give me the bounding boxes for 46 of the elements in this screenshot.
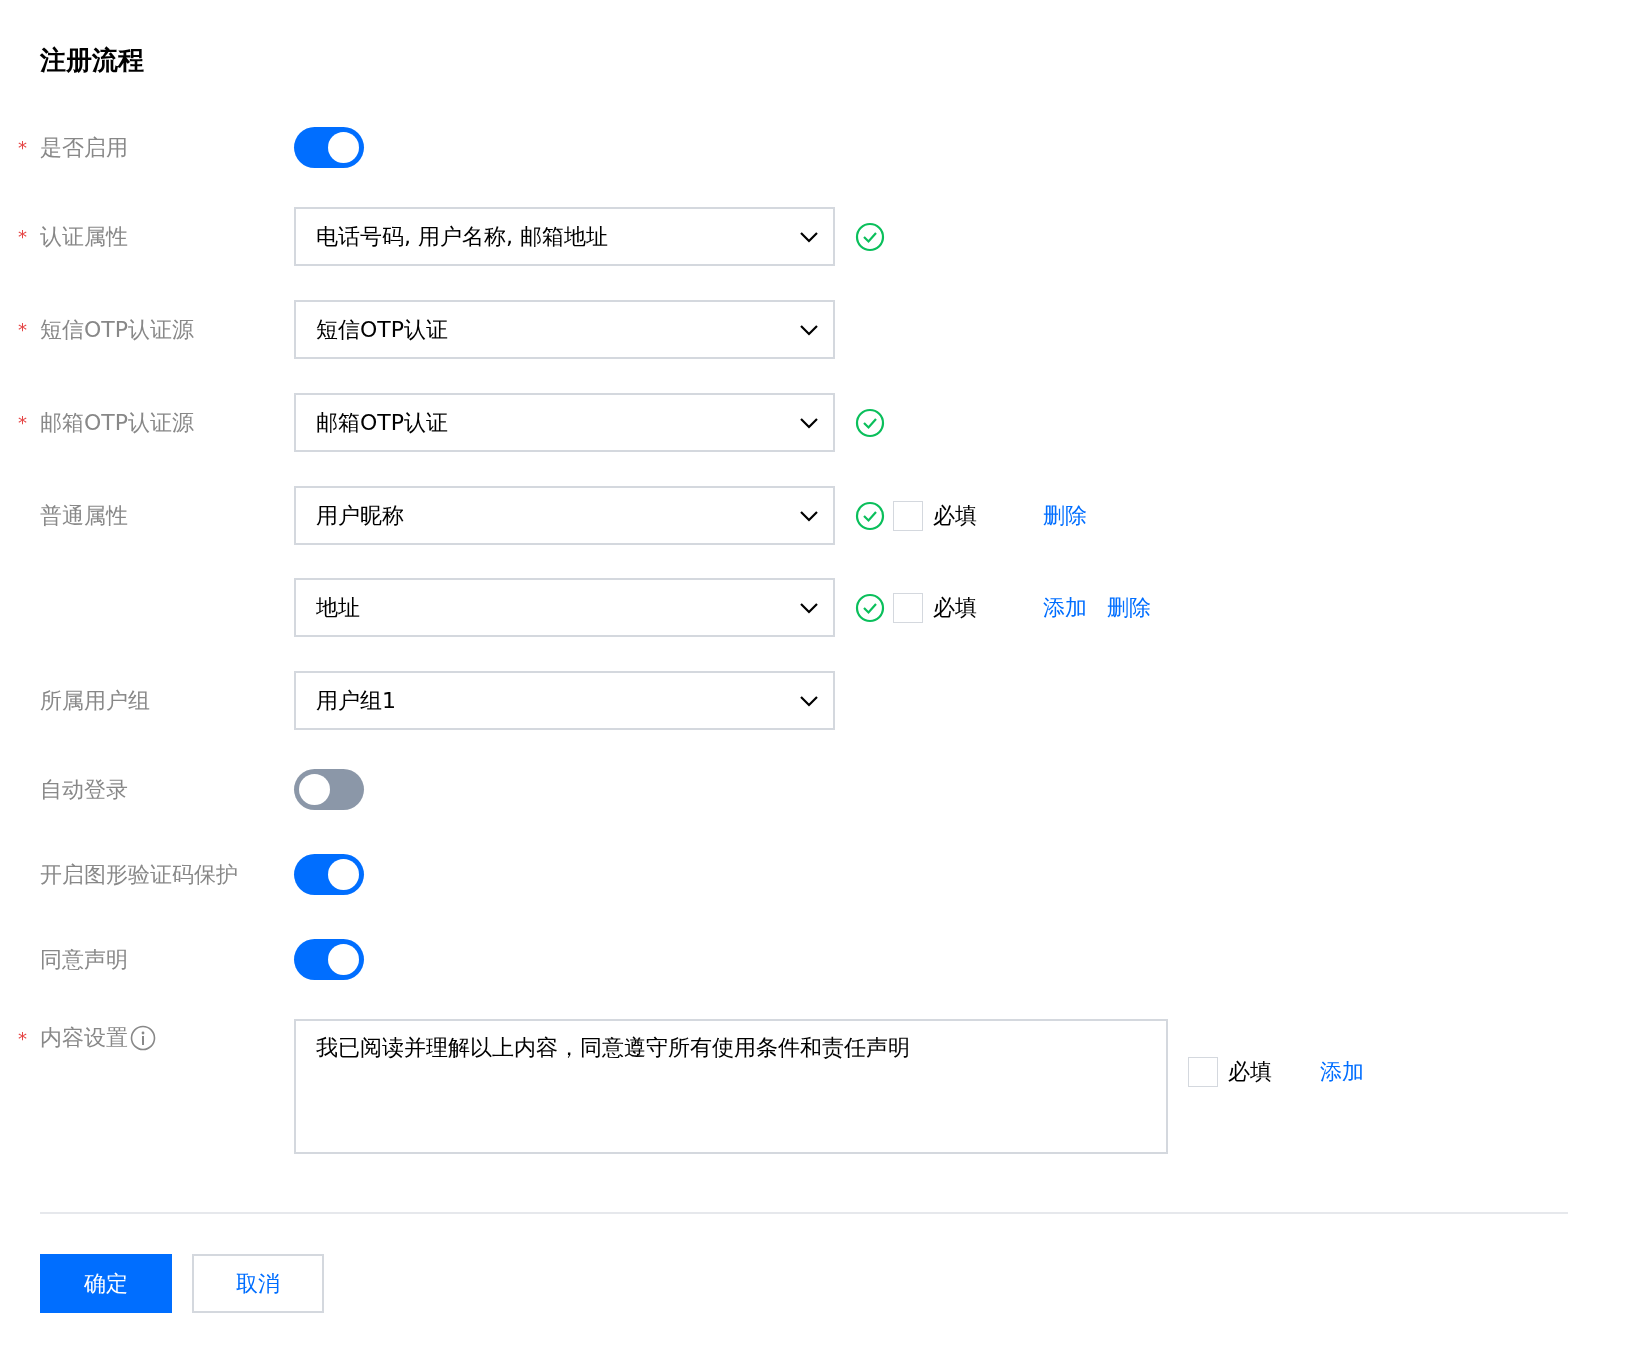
text-area[interactable]: 我已阅读并理解以上内容，同意遵守所有使用条件和责任声明: [294, 1019, 1168, 1154]
cancel-button[interactable]: 取消: [192, 1254, 324, 1313]
required-mark: *: [18, 226, 28, 247]
checkbox-label: 必填: [933, 593, 978, 622]
chevron-down-icon: [799, 323, 819, 336]
dropdown-select[interactable]: 地址: [294, 578, 835, 637]
required-mark: *: [18, 137, 28, 158]
required-mark: *: [18, 1027, 28, 1049]
field-label: 自动登录: [40, 775, 128, 804]
chevron-down-icon: [799, 509, 819, 522]
confirm-button[interactable]: 确定: [40, 1254, 172, 1313]
chevron-down-icon: [799, 230, 819, 243]
chevron-down-icon: [799, 601, 819, 614]
dropdown-select[interactable]: 用户组1: [294, 671, 835, 730]
field-label: 同意声明: [40, 945, 128, 974]
dropdown-select[interactable]: 电话号码, 用户名称, 邮箱地址: [294, 207, 835, 266]
required-mark: *: [18, 412, 28, 433]
checkbox[interactable]: [893, 592, 923, 623]
field-label: 普通属性: [40, 501, 128, 530]
text-link[interactable]: 删除: [1043, 500, 1087, 531]
field-label: 内容设置: [40, 1024, 128, 1052]
field-label: 开启图形验证码保护: [40, 860, 238, 889]
text-link[interactable]: 添加: [1320, 1057, 1364, 1087]
checkbox[interactable]: [1188, 1057, 1218, 1087]
info-icon[interactable]: [130, 1025, 156, 1051]
required-mark: *: [18, 319, 28, 340]
checkbox-label: 必填: [933, 501, 978, 530]
toggle-switch[interactable]: [294, 127, 364, 168]
toggle-switch[interactable]: [294, 854, 364, 895]
field-label: 认证属性: [40, 222, 128, 251]
chevron-down-icon: [799, 694, 819, 707]
section-title: 注册流程: [40, 44, 145, 77]
toggle-switch[interactable]: [294, 769, 364, 810]
chevron-down-icon: [799, 416, 819, 429]
field-label: 短信OTP认证源: [40, 315, 195, 344]
dropdown-select[interactable]: 邮箱OTP认证: [294, 393, 835, 452]
text-link[interactable]: 添加: [1043, 592, 1087, 623]
text-link[interactable]: 删除: [1107, 592, 1151, 623]
toggle-switch[interactable]: [294, 939, 364, 980]
field-label: 邮箱OTP认证源: [40, 408, 195, 437]
checkbox-label: 必填: [1228, 1058, 1273, 1086]
dropdown-select[interactable]: 用户昵称: [294, 486, 835, 545]
dropdown-select[interactable]: 短信OTP认证: [294, 300, 835, 359]
checkbox[interactable]: [893, 500, 923, 531]
field-label: 所属用户组: [40, 686, 150, 715]
field-label: 是否启用: [40, 133, 128, 162]
